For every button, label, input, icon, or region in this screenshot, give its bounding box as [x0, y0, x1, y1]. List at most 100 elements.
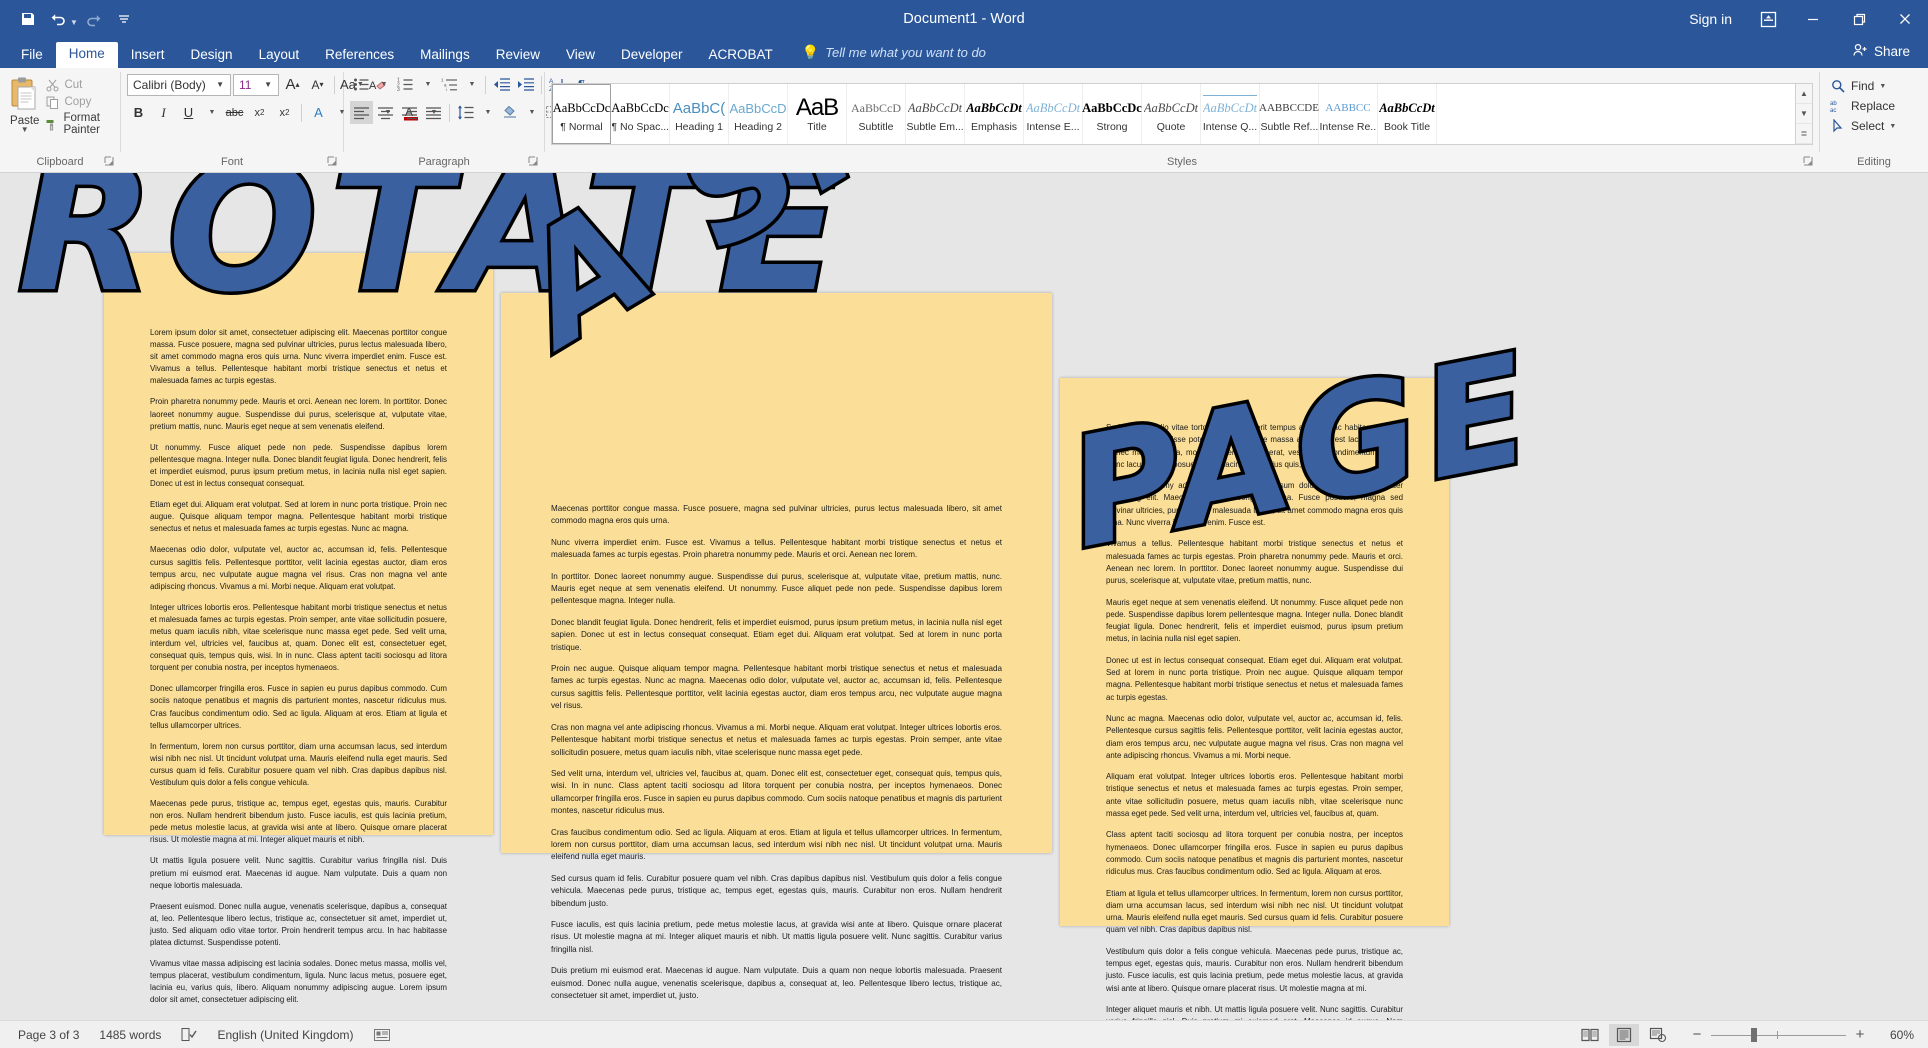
- styles-scroll-up-icon[interactable]: ▲: [1796, 84, 1812, 104]
- subscript-button[interactable]: x2: [248, 101, 271, 124]
- numbering-caret-icon[interactable]: ▼: [418, 73, 437, 96]
- shading-button[interactable]: [498, 101, 521, 124]
- zoom-slider-thumb[interactable]: [1751, 1027, 1757, 1042]
- decrease-indent-button[interactable]: [490, 73, 513, 96]
- web-layout-view-button[interactable]: [1643, 1024, 1673, 1046]
- find-caret-icon[interactable]: ▼: [1879, 83, 1886, 90]
- replace-button[interactable]: ab ac Replace: [1830, 96, 1895, 116]
- tab-developer[interactable]: Developer: [608, 43, 696, 69]
- select-button[interactable]: Select ▼: [1830, 116, 1896, 136]
- close-icon[interactable]: [1882, 0, 1928, 38]
- zoom-control[interactable]: − + 60%: [1677, 1026, 1920, 1043]
- line-spacing-button[interactable]: [454, 101, 477, 124]
- copy-button[interactable]: Copy: [45, 95, 114, 109]
- multilevel-list-button[interactable]: 1ai: [438, 73, 461, 96]
- redo-icon[interactable]: [80, 6, 108, 32]
- style-item-subtle-em[interactable]: AaBbCcDt Subtle Em...: [906, 84, 965, 144]
- font-size-caret-icon[interactable]: ▼: [260, 80, 276, 89]
- styles-dialog-launcher-icon[interactable]: [1802, 156, 1813, 167]
- save-icon[interactable]: [14, 6, 42, 32]
- font-name-caret-icon[interactable]: ▼: [212, 80, 228, 89]
- tab-insert[interactable]: Insert: [118, 43, 178, 69]
- shrink-font-icon[interactable]: A ▾: [306, 73, 329, 96]
- style-item-intense-q[interactable]: AaBbCcDt Intense Q...: [1201, 84, 1260, 144]
- styles-gallery[interactable]: AaBbCcDc ¶ Normal AaBbCcDc ¶ No Spac... AaBb…: [551, 83, 1796, 145]
- page-indicator[interactable]: Page 3 of 3: [8, 1028, 89, 1042]
- font-name-combo[interactable]: Calibri (Body) ▼: [127, 73, 231, 96]
- zoom-slider[interactable]: [1711, 1027, 1846, 1042]
- tab-mailings[interactable]: Mailings: [407, 43, 483, 69]
- style-item-title[interactable]: AaB Title: [788, 84, 847, 144]
- shading-caret-icon[interactable]: ▼: [522, 101, 541, 124]
- tab-references[interactable]: References: [312, 43, 407, 69]
- align-center-button[interactable]: [374, 101, 397, 124]
- numbering-button[interactable]: 123: [394, 73, 417, 96]
- cut-button[interactable]: Cut: [45, 78, 114, 92]
- tell-me-box[interactable]: 💡 Tell me what you want to do: [786, 40, 996, 68]
- text-effects-button[interactable]: A: [307, 101, 330, 124]
- share-button[interactable]: Share: [1843, 39, 1928, 68]
- sign-in-button[interactable]: Sign in: [1675, 11, 1746, 27]
- print-layout-view-button[interactable]: [1609, 1023, 1639, 1046]
- tab-acrobat[interactable]: ACROBAT: [696, 43, 786, 69]
- font-dialog-launcher-icon[interactable]: [326, 156, 337, 167]
- justify-button[interactable]: [422, 101, 445, 124]
- zoom-out-button[interactable]: −: [1691, 1026, 1703, 1043]
- document-canvas[interactable]: Lorem ipsum dolor sit amet, consectetuer…: [0, 173, 1928, 1020]
- clipboard-dialog-launcher-icon[interactable]: [103, 156, 114, 167]
- underline-caret-icon[interactable]: ▼: [202, 101, 221, 124]
- bold-button[interactable]: B: [127, 101, 150, 124]
- paste-button[interactable]: Paste ▼: [6, 73, 43, 134]
- style-item-heading-1[interactable]: AaBbC(Heading 1: [670, 84, 729, 144]
- font-size-combo[interactable]: 11 ▼: [233, 73, 279, 96]
- word-count[interactable]: 1485 words: [89, 1028, 171, 1042]
- find-button[interactable]: Find ▼: [1830, 76, 1886, 96]
- ribbon-display-options-icon[interactable]: [1746, 0, 1790, 38]
- proofing-errors-icon[interactable]: [171, 1027, 207, 1042]
- style-item--normal[interactable]: AaBbCcDc ¶ Normal: [552, 84, 611, 144]
- increase-indent-button[interactable]: [514, 73, 537, 96]
- styles-scroll-down-icon[interactable]: ▼: [1796, 104, 1812, 124]
- styles-more-icon[interactable]: ≣: [1796, 124, 1812, 144]
- record-macro-icon[interactable]: [364, 1028, 400, 1042]
- tab-home[interactable]: Home: [55, 41, 118, 68]
- style-item-intense-e[interactable]: AaBbCcDt Intense E...: [1024, 84, 1083, 144]
- grow-font-icon[interactable]: A ▴: [281, 73, 304, 96]
- superscript-button[interactable]: x2: [273, 101, 296, 124]
- styles-gallery-scroll[interactable]: ▲ ▼ ≣: [1796, 83, 1813, 145]
- customize-quick-access-icon[interactable]: [110, 6, 138, 32]
- page-1-text[interactable]: Lorem ipsum dolor sit amet, consectetuer…: [104, 253, 493, 1007]
- undo-dropdown-caret[interactable]: ▼: [70, 18, 78, 27]
- multilevel-caret-icon[interactable]: ▼: [462, 73, 481, 96]
- style-item-book-title[interactable]: AaBbCcDt Book Title: [1378, 84, 1437, 144]
- line-spacing-caret-icon[interactable]: ▼: [478, 101, 497, 124]
- zoom-in-button[interactable]: +: [1854, 1026, 1866, 1043]
- page-2-text[interactable]: Maecenas porttitor congue massa. Fusce p…: [501, 293, 1052, 1002]
- restore-icon[interactable]: [1836, 0, 1882, 38]
- style-item-intense-re[interactable]: AABBCC Intense Re...: [1319, 84, 1378, 144]
- tab-layout[interactable]: Layout: [246, 43, 313, 69]
- minimize-icon[interactable]: [1790, 0, 1836, 38]
- style-item-emphasis[interactable]: AaBbCcDt Emphasis: [965, 84, 1024, 144]
- strikethrough-button[interactable]: abc: [223, 101, 246, 124]
- align-right-button[interactable]: [398, 101, 421, 124]
- undo-icon[interactable]: [44, 6, 72, 32]
- select-caret-icon[interactable]: ▼: [1889, 123, 1896, 130]
- bullets-button[interactable]: [350, 73, 373, 96]
- zoom-level[interactable]: 60%: [1874, 1028, 1914, 1042]
- paste-dropdown-caret[interactable]: ▼: [21, 126, 29, 134]
- style-item-subtle-ref[interactable]: AABBCCDE Subtle Ref...: [1259, 84, 1319, 144]
- bullets-caret-icon[interactable]: ▼: [374, 73, 393, 96]
- style-item-strong[interactable]: AaBbCcDc Strong: [1082, 84, 1142, 144]
- style-item--no-spac[interactable]: AaBbCcDc ¶ No Spac...: [611, 84, 670, 144]
- document-page-1[interactable]: Lorem ipsum dolor sit amet, consectetuer…: [104, 253, 493, 1004]
- align-left-button[interactable]: [350, 101, 373, 124]
- format-painter-button[interactable]: Format Painter: [45, 112, 114, 136]
- document-page-2[interactable]: Maecenas porttitor congue massa. Fusce p…: [501, 293, 1052, 1000]
- tab-design[interactable]: Design: [178, 43, 246, 69]
- italic-button[interactable]: I: [152, 101, 175, 124]
- language-indicator[interactable]: English (United Kingdom): [207, 1028, 363, 1042]
- style-item-quote[interactable]: AaBbCcDt Quote: [1142, 84, 1201, 144]
- paragraph-dialog-launcher-icon[interactable]: [527, 156, 538, 167]
- read-mode-view-button[interactable]: [1575, 1024, 1605, 1046]
